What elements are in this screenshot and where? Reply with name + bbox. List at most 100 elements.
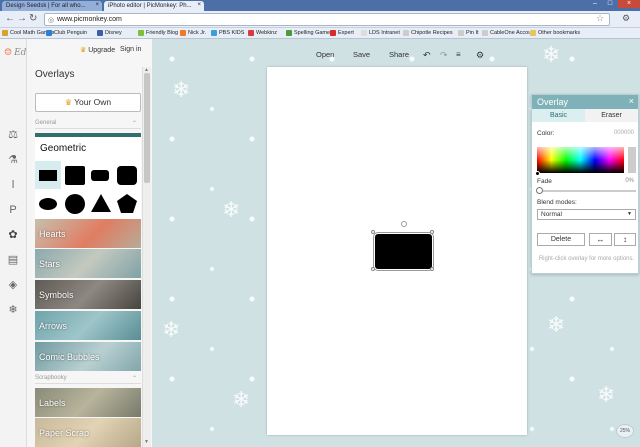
browser-tab-picmonkey[interactable]: iPhoto editor | PicMonkey: Ph... × [104,1,204,11]
circle-shape[interactable] [65,194,85,214]
rounded-square-shape[interactable] [117,166,137,185]
bookmark-item[interactable]: Friendly Blog [138,30,178,36]
pentagon-shape[interactable] [117,194,137,214]
snowflake-icon: ❄ [232,387,251,412]
snowflake-icon: ❄ [172,77,191,102]
blend-mode-select[interactable]: Normal ▼ [537,209,636,220]
color-hex-input[interactable]: 000000 [614,130,634,136]
category-labels[interactable]: Labels [35,388,141,417]
back-arrow-icon[interactable]: ← [5,13,15,25]
triangle-shape[interactable] [91,194,111,212]
scroll-thumb[interactable] [144,73,150,183]
url-input[interactable]: ◎ www.picmonkey.com [44,13,610,26]
window-close-icon[interactable]: × [618,0,640,8]
bookmark-favicon-icon [361,30,367,36]
text-p-icon[interactable]: P [5,203,21,217]
bookmark-star-icon[interactable]: ☆ [596,13,604,24]
resize-handle-top-right[interactable] [430,230,434,234]
upgrade-link[interactable]: ♛ Upgrade [80,46,115,54]
rounded-rectangle-shape[interactable] [91,170,109,181]
redo-icon[interactable]: ↷ [440,50,448,61]
bookmark-item[interactable]: CableOne Account [482,30,536,36]
snowflake-icon: ❄ [162,317,181,342]
save-button[interactable]: Save [353,50,370,59]
color-picker-dot[interactable] [535,171,540,176]
snowflake-icon: ❄ [542,42,561,67]
panel-scrollbar[interactable]: ▲ ▼ [142,67,151,447]
bookmark-item[interactable]: Club Penguin [46,30,87,36]
textures-icon[interactable]: ◈ [5,278,21,292]
browser-tab-design-seeds[interactable]: Design Seedsk | For all who... × [2,1,102,11]
close-icon[interactable]: × [629,96,634,106]
bookmark-label: Expert [338,30,354,36]
bookmark-item[interactable]: Expert [330,30,354,36]
bookmark-item[interactable]: Disney [97,30,122,36]
bookmark-label: Pin It [466,30,479,36]
section-general[interactable]: General ⌃ [35,120,141,129]
category-comic-bubbles[interactable]: Comic Bubbles [35,342,141,371]
flip-horizontal-icon[interactable]: ↔ [589,233,612,246]
category-paper-scrap[interactable]: Paper Scrap [35,418,141,447]
category-hearts[interactable]: Hearts [35,219,141,248]
tab-basic[interactable]: Basic [532,109,585,122]
section-label-text: Scrapbooky [35,375,67,381]
tab-eraser[interactable]: Eraser [585,109,638,122]
wrench-icon[interactable]: ⚙ [622,13,630,24]
rotate-handle[interactable] [401,221,407,227]
bookmark-item[interactable]: PBS KIDS [211,30,244,36]
category-stars[interactable]: Stars [35,249,141,278]
ellipse-shape[interactable] [39,198,57,210]
resize-handle-bottom-left[interactable] [371,267,375,271]
minimize-icon[interactable]: – [588,0,602,8]
overlays-butterfly-icon[interactable]: ✿ [5,228,21,242]
photo-canvas[interactable] [267,67,527,435]
rectangle-shape[interactable] [39,170,57,181]
gear-icon[interactable]: ⚙ [476,50,484,61]
share-button[interactable]: Share [389,50,409,59]
fade-slider-track[interactable] [539,190,636,192]
frames-icon[interactable]: ▤ [5,253,21,267]
basic-edits-icon[interactable]: ⚖ [5,128,21,142]
resize-handle-top-left[interactable] [371,230,375,234]
themes-snowflake-icon[interactable]: ❄ [5,303,21,317]
resize-handle-bottom-right[interactable] [430,267,434,271]
color-swatch[interactable] [628,147,636,173]
bookmark-item[interactable]: Webkinz [248,30,277,36]
reload-icon[interactable]: ↻ [29,13,37,25]
bookmark-label: CableOne Account [490,30,536,36]
touch-up-brush-icon[interactable]: ǀ [5,178,21,192]
color-spectrum-highlight [537,147,624,160]
layers-icon[interactable]: ≡ [456,50,461,59]
open-button[interactable]: Open [316,50,334,59]
bookmark-item[interactable]: LDS Intranet [361,30,400,36]
flip-vertical-icon[interactable]: ↕ [614,233,636,246]
zoom-indicator[interactable]: 25% [616,424,634,438]
sign-in-link[interactable]: Sign in [120,46,141,53]
section-scrapbooky[interactable]: Scrapbooky ⌃ [35,375,141,384]
square-shape[interactable] [65,166,85,185]
your-own-button[interactable]: ♛ Your Own [35,93,141,112]
category-label: Stars [39,259,61,269]
bookmark-item[interactable]: Pin It [458,30,479,36]
scroll-down-arrow-icon[interactable]: ▼ [144,439,149,445]
bookmark-item[interactable]: Other bookmarks [530,30,580,36]
forward-arrow-icon[interactable]: → [17,13,27,25]
category-label: Arrows [39,321,68,331]
delete-button[interactable]: Delete [537,233,585,246]
tab-label: iPhoto editor | PicMonkey: Ph... [108,3,192,9]
bookmark-item[interactable]: Nick Jr. [180,30,206,36]
crown-icon: ♛ [80,47,87,54]
bookmark-item[interactable]: Chipotle Recipes [403,30,453,36]
bookmark-item[interactable]: Spelling Game [286,30,330,36]
undo-icon[interactable]: ↶ [423,50,431,61]
effects-flask-icon[interactable]: ⚗ [5,153,21,167]
rectangle-overlay[interactable] [373,232,434,271]
category-symbols[interactable]: Symbols [35,280,141,309]
close-icon[interactable]: × [95,2,99,8]
palette-header[interactable]: Overlay × [532,95,638,109]
url-text: www.picmonkey.com [57,16,122,23]
maximize-icon[interactable]: □ [603,0,617,8]
category-arrows[interactable]: Arrows [35,311,141,340]
fade-slider-knob[interactable] [536,187,543,194]
close-icon[interactable]: × [197,2,201,8]
